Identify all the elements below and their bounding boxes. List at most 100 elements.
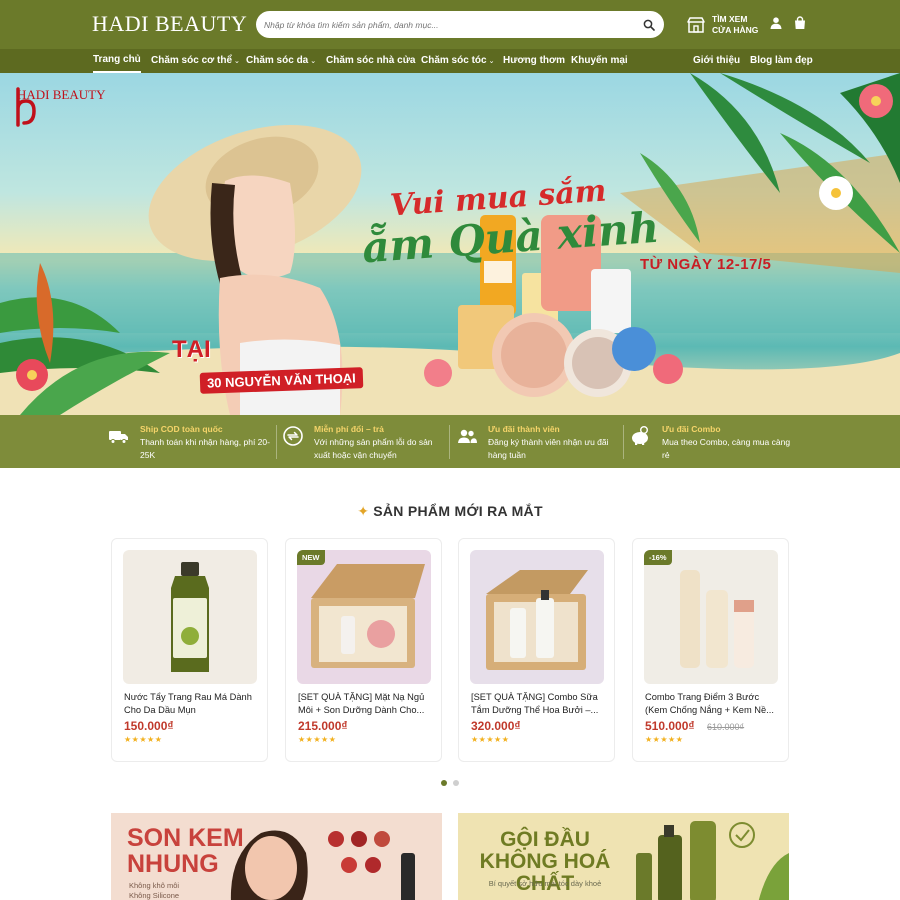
nav-item-hair-care[interactable]: Chăm sóc tóc ⌄ (421, 49, 494, 73)
store-label-line2: CỬA HÀNG (712, 25, 759, 35)
site-logo[interactable]: HADI BEAUTY (92, 11, 247, 37)
product-card[interactable]: [SET QUÀ TẶNG] Combo Sữa Tắm Dưỡng Thể H… (458, 538, 615, 762)
product-name[interactable]: [SET QUÀ TẶNG] Combo Sữa Tắm Dưỡng Thể H… (471, 691, 607, 717)
nav-item-promotions[interactable]: Khuyến mại (571, 49, 628, 73)
feature-member-deals: Ưu đãi thành viên Đăng ký thành viên nhậ… (456, 415, 621, 468)
piggy-bank-icon (632, 426, 648, 445)
product-price: 320.000₫ (471, 719, 521, 733)
feature-title: Miễn phí đổi – trả (314, 424, 384, 434)
feature-combo-deals: Ưu đãi Combo Mua theo Combo, càng mua cà… (630, 415, 800, 468)
search-icon (643, 19, 655, 31)
nav-label: Chăm sóc nhà cửa (326, 55, 416, 66)
new-badge: NEW (297, 550, 325, 565)
product-card[interactable]: -16% Combo Trang Điểm 3 Bước (Kem Chống … (632, 538, 789, 762)
nav-label: Chăm sóc cơ thể (151, 55, 233, 66)
product-image[interactable] (470, 550, 604, 684)
nav-item-fragrance[interactable]: Hương thơm (503, 49, 565, 73)
product-image[interactable] (123, 550, 257, 684)
product-image[interactable]: NEW (297, 550, 431, 684)
gift-box-image (311, 564, 425, 668)
tile-title: SON KEM NHUNG (127, 825, 244, 877)
carousel-dot-active[interactable] (441, 780, 447, 786)
section-title: ✦ SẢN PHẨM MỚI RA MẮT (0, 503, 900, 520)
promo-tile-lipstick[interactable]: SON KEM NHUNG Không khô môi Không Silicone (111, 813, 442, 900)
feature-description: Mua theo Combo, càng mua càng rẻ (662, 437, 791, 460)
nav-item-about[interactable]: Giới thiệu (693, 49, 740, 73)
nav-item-body-care[interactable]: Chăm sóc cơ thể ⌄ (151, 49, 240, 73)
product-price: 215.000₫ (298, 719, 348, 733)
nav-item-blog[interactable]: Blog làm đẹp (750, 49, 813, 73)
account-button[interactable] (769, 16, 785, 32)
nav-label: Hương thơm (503, 55, 566, 66)
product-image[interactable]: -16% (644, 550, 778, 684)
promo-location-label: TẠI (172, 336, 211, 363)
makeup-combo-image (680, 570, 754, 668)
product-name[interactable]: Nước Tẩy Trang Rau Má Dành Cho Da Dầu Mụ… (124, 691, 260, 717)
store-locator-link[interactable]: TÌM XEM CỬA HÀNG (686, 13, 758, 37)
nav-item-home[interactable]: Trang chủ (93, 49, 141, 73)
chevron-down-icon: ⌄ (488, 58, 495, 65)
nav-label: Chăm sóc tóc (421, 55, 487, 66)
feature-free-returns: Miễn phí đổi – trả Với những sản phẩm lỗ… (282, 415, 447, 468)
brand-mark-icon (16, 87, 36, 127)
product-original-price: 610.000₫ (707, 722, 745, 732)
cart-button[interactable] (793, 16, 809, 32)
rating-stars-icon: ★★★★★ (471, 735, 510, 744)
product-name[interactable]: Combo Trang Điểm 3 Bước (Kem Chống Nắng … (645, 691, 781, 717)
feature-bar: Ship COD toàn quốc Thanh toán khi nhận h… (0, 415, 900, 468)
rating-stars-icon: ★★★★★ (124, 735, 163, 744)
store-icon (687, 17, 705, 33)
feature-description: Đăng ký thành viên nhận ưu đãi hàng tuần (488, 437, 609, 460)
exchange-icon (283, 426, 303, 446)
user-icon (770, 17, 782, 29)
product-card[interactable]: Nước Tẩy Trang Rau Má Dành Cho Da Dầu Mụ… (111, 538, 268, 762)
feature-description: Với những sản phẩm lỗi do sản xuất hoặc … (314, 437, 433, 460)
feature-divider (449, 425, 450, 459)
tile-subtitle: Bí quyết sở hữu mái tóc dày khoẻ (488, 879, 602, 888)
nav-item-home-care[interactable]: Chăm sóc nhà cửa (326, 49, 416, 73)
feature-title: Ưu đãi thành viên (488, 424, 560, 434)
main-navigation: Trang chủ Chăm sóc cơ thể ⌄ Chăm sóc da ⌄ … (0, 49, 900, 73)
rating-stars-icon: ★★★★★ (645, 735, 684, 744)
product-price: 510.000₫ (645, 719, 695, 733)
truck-icon (109, 431, 128, 444)
tile-title-line: GỘI ĐẦU (500, 828, 590, 851)
product-name[interactable]: [SET QUÀ TẶNG] Mặt Nạ Ngủ Môi + Son Dưỡn… (298, 691, 434, 717)
search-button[interactable] (639, 15, 658, 34)
search-input[interactable] (264, 15, 634, 34)
tile-subtitle-line: Không Silicone (129, 891, 180, 900)
discount-badge: -16% (644, 550, 672, 565)
members-icon (458, 429, 477, 443)
nav-label: Chăm sóc da (246, 55, 309, 66)
banner-brand-logo: HADI BEAUTY (14, 87, 105, 127)
nav-label: Blog làm đẹp (750, 55, 813, 66)
top-header: HADI BEAUTY TÌM XEM CỬA HÀNG (0, 0, 900, 49)
tile-subtitle-line: Không khô môi (129, 881, 180, 890)
hero-banner[interactable]: HADI BEAUTY Vui mua sắm ẵm Quà xinh TỪ N… (0, 73, 900, 415)
nav-label: Trang chủ (93, 54, 141, 65)
tile-title-line: NHUNG (127, 850, 219, 878)
nav-label: Khuyến mại (571, 55, 628, 66)
tile-title-line: SON KEM (127, 824, 244, 852)
feature-divider (623, 425, 624, 459)
chevron-down-icon: ⌄ (310, 58, 317, 65)
feature-title: Ưu đãi Combo (662, 424, 721, 434)
feature-description: Thanh toán khi nhận hàng, phí 20-25K (140, 437, 270, 460)
shower-gel-set-image (486, 570, 588, 670)
rating-stars-icon: ★★★★★ (298, 735, 337, 744)
tile-subtitle: Không khô môi Không Silicone (129, 881, 179, 900)
search-bar (256, 11, 664, 38)
feature-cod-shipping: Ship COD toàn quốc Thanh toán khi nhận h… (108, 415, 278, 468)
carousel-pagination (441, 780, 461, 786)
product-card[interactable]: NEW [SET QUÀ TẶNG] Mặt Nạ Ngủ Môi + Son … (285, 538, 442, 762)
carousel-dot[interactable] (453, 780, 459, 786)
promo-tile-shampoo[interactable]: GỘI ĐẦU KHÔNG HOÁ CHẤT Bí quyết sở hữu má… (458, 813, 789, 900)
feature-title: Ship COD toàn quốc (140, 424, 223, 434)
promo-date: TỪ NGÀY 12-17/5 (640, 256, 772, 273)
feature-divider (276, 425, 277, 459)
toner-bottle-image (171, 562, 209, 672)
store-label-line1: TÌM XEM (712, 14, 748, 24)
nav-item-skin-care[interactable]: Chăm sóc da ⌄ (246, 49, 316, 73)
chevron-down-icon: ⌄ (234, 58, 240, 65)
tile-title-line: KHÔNG HOÁ CHẤT (479, 850, 611, 895)
